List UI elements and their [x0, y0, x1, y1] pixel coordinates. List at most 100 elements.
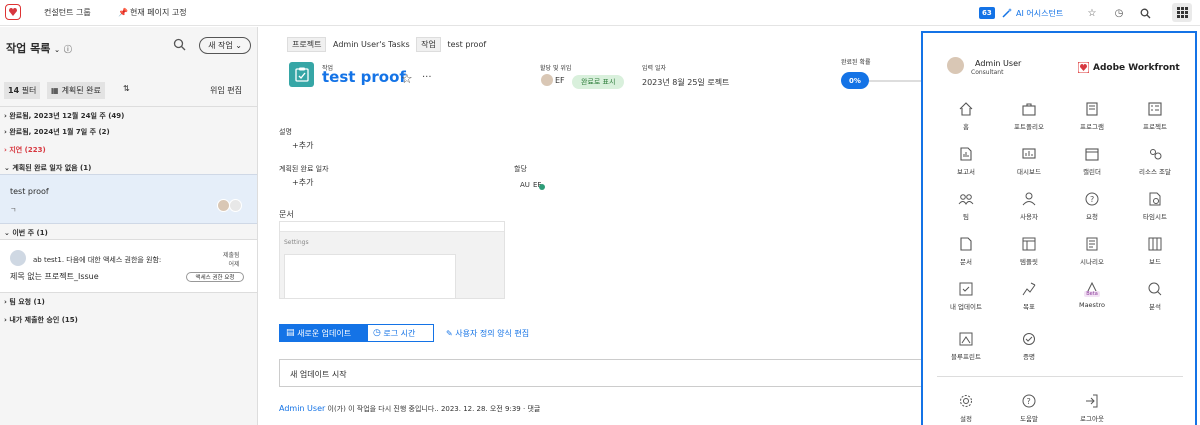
report-icon — [960, 147, 972, 161]
chevron-down-icon: ⌄ — [4, 229, 13, 237]
user-icon — [1022, 192, 1036, 206]
app-label: 로그아웃 — [1080, 415, 1104, 423]
app-resource[interactable]: 리소스 조달 — [1120, 146, 1190, 176]
app-document[interactable]: 문서 — [931, 236, 1001, 266]
filter-button[interactable]: 14 필터 — [4, 82, 41, 99]
app-request[interactable]: ? 요청 — [1057, 191, 1127, 221]
help-icon: ? — [1022, 394, 1036, 408]
app-board[interactable]: 보드 — [1120, 236, 1190, 266]
workfront-logo-icon[interactable] — [5, 4, 21, 20]
app-blueprint[interactable]: 블루프린트 — [931, 331, 1001, 361]
tab-new-updates[interactable]: ▤ 새로운 업데이트 — [279, 324, 367, 342]
percent-complete-label: 완료된 확률 — [841, 59, 871, 66]
app-label: 보고서 — [957, 168, 975, 176]
breadcrumb-project[interactable]: Admin User's Tasks — [333, 40, 410, 49]
update-input[interactable]: 새 업데이트 시작 — [279, 359, 921, 387]
app-report[interactable]: 보고서 — [931, 146, 1001, 176]
notification-badge[interactable]: 63 — [979, 3, 995, 23]
section-no-planned-date[interactable]: ⌄ 계획된 완료 일자 없음 (1) — [0, 161, 257, 175]
app-scenario[interactable]: 시나리오 — [1057, 236, 1127, 266]
home-icon — [959, 102, 973, 116]
description-add[interactable]: +추가 — [292, 140, 313, 151]
app-program[interactable]: 프로그램 — [1057, 101, 1127, 131]
user-name[interactable]: Admin User — [975, 59, 1021, 68]
mark-complete-button[interactable]: 완료로 표시 — [572, 75, 625, 89]
app-timesheet[interactable]: 타임시트 — [1120, 191, 1190, 221]
help-icon[interactable]: ⓘ — [64, 45, 72, 54]
section-completed-jan7[interactable]: › 완료됨, 2024년 1월 7일 주 (2) — [0, 125, 257, 139]
app-label: 요청 — [1086, 213, 1098, 221]
app-goals[interactable]: 목표 — [994, 281, 1064, 311]
request-icon: ? — [1085, 192, 1099, 206]
avatar — [947, 57, 964, 74]
my-updates-icon — [959, 282, 973, 296]
app-calendar[interactable]: 캘린더 — [1057, 146, 1127, 176]
app-dashboard[interactable]: 대시보드 — [994, 146, 1064, 176]
app-home[interactable]: 홈 — [931, 101, 1001, 131]
delegate-edit-link[interactable]: 위임 편집 — [210, 85, 242, 96]
timesheet-icon — [1149, 192, 1161, 206]
app-menu-panel: Admin User Consultant Adobe Workfront 홈 포… — [921, 31, 1197, 425]
access-request-text: ab test1. 다음에 대한 액세스 권한을 원함: — [33, 256, 162, 264]
search-icon[interactable] — [1140, 3, 1151, 23]
app-analytics[interactable]: 분석 — [1120, 281, 1190, 311]
page-title[interactable]: test proof — [322, 68, 406, 86]
section-overdue[interactable]: › 지연 (223) — [0, 143, 257, 157]
app-label: 리소스 조달 — [1139, 168, 1171, 176]
document-thumbnail[interactable]: Settings — [279, 221, 505, 299]
section-team-requests[interactable]: › 팀 요청 (1) — [0, 296, 257, 308]
search-icon[interactable] — [173, 38, 186, 51]
star-icon[interactable]: ☆ — [401, 72, 413, 87]
app-project[interactable]: 프로젝트 — [1120, 101, 1190, 131]
consultant-group-link[interactable]: 컨설턴트 그룹 — [44, 7, 91, 18]
app-maestro[interactable]: Beta Maestro — [1057, 281, 1127, 309]
app-settings[interactable]: 설정 — [931, 393, 1001, 423]
app-proof[interactable]: 증명 — [994, 331, 1064, 361]
access-request-item[interactable]: ab test1. 다음에 대한 액세스 권한을 원함: 제목 없는 프로젝트_… — [0, 239, 257, 293]
app-label: 프로젝트 — [1143, 123, 1167, 131]
activity-user[interactable]: Admin User — [279, 404, 325, 413]
scenario-icon — [1086, 237, 1098, 251]
section-completed-dec24[interactable]: › 완료됨, 2023년 12월 24일 주 (49) — [0, 109, 257, 123]
access-request-button[interactable]: 액세스 권한 요청 — [186, 272, 244, 282]
breadcrumb: 프로젝트 Admin User's Tasks 작업 test proof — [287, 37, 486, 52]
app-portfolio[interactable]: 포트폴리오 — [994, 101, 1064, 131]
app-user[interactable]: 사용자 — [994, 191, 1064, 221]
history-icon[interactable]: ◷ — [1112, 3, 1126, 23]
document-icon — [960, 237, 972, 251]
new-task-button[interactable]: 새 작업 ⌄ — [199, 37, 251, 54]
task-list-item-selected[interactable]: test proof ㄱ — [0, 174, 257, 224]
planned-date-add[interactable]: +추가 — [292, 177, 313, 188]
description-label: 설명 — [279, 128, 292, 136]
task-list-panel: 작업 목록 ⌄ ⓘ 새 작업 ⌄ 14 필터 ▦ 계획된 완료 ⇅ 위임 편집 ›… — [0, 27, 258, 425]
app-template[interactable]: 템플릿 — [994, 236, 1064, 266]
chevron-down-icon: ⌄ — [4, 164, 13, 172]
app-help[interactable]: ? 도움말 — [994, 393, 1064, 423]
thumbnail-title: Settings — [284, 239, 309, 246]
app-my-updates[interactable]: 내 업데이트 — [931, 281, 1001, 311]
app-team[interactable]: 팀 — [931, 191, 1001, 221]
workfront-logo-icon — [1078, 62, 1089, 73]
brand: Adobe Workfront — [1078, 62, 1180, 73]
assignee-au[interactable]: AU — [520, 181, 530, 189]
app-logout[interactable]: 로그아웃 — [1057, 393, 1127, 423]
sort-direction-icon[interactable]: ⇅ — [123, 84, 130, 93]
percent-complete-value[interactable]: 0% — [841, 72, 869, 89]
section-my-approvals[interactable]: › 내가 제출한 승인 (15) — [0, 314, 257, 326]
section-this-week[interactable]: ⌄ 이번 주 (1) — [0, 227, 257, 239]
chevron-down-icon: ⌄ — [54, 46, 61, 54]
app-menu-button[interactable] — [1172, 3, 1192, 22]
planned-completion-sort[interactable]: ▦ 계획된 완료 — [47, 82, 105, 99]
task-list-title[interactable]: 작업 목록 ⌄ ⓘ — [6, 40, 72, 56]
breadcrumb-task[interactable]: test proof — [447, 40, 486, 49]
documents-label: 문서 — [279, 210, 294, 219]
edit-custom-form-link[interactable]: ✎ 사용자 정의 양식 편집 — [446, 328, 529, 339]
assignee-initials[interactable]: EF — [555, 76, 565, 85]
ai-assistant-button[interactable]: AI 어시스턴트 — [1001, 3, 1063, 23]
reply-link[interactable]: 댓글 — [527, 405, 540, 413]
more-icon[interactable]: ··· — [422, 72, 432, 83]
star-icon[interactable]: ☆ — [1085, 3, 1099, 23]
breadcrumb-project-label: 프로젝트 — [287, 37, 327, 52]
tab-log-time[interactable]: ◷ 로그 시간 — [367, 324, 434, 342]
pin-page-link[interactable]: 📌 현재 페이지 고정 — [118, 7, 187, 18]
